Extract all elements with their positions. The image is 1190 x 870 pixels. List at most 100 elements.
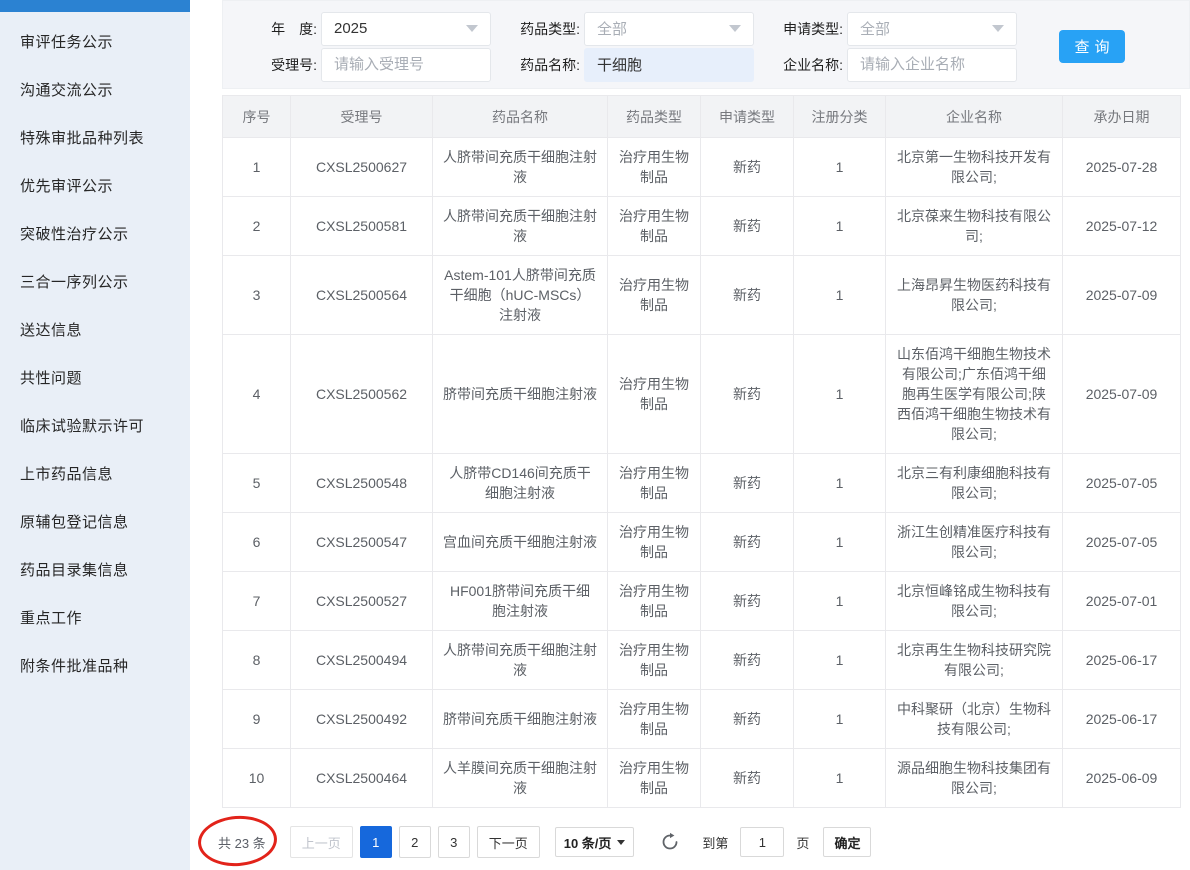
cell-seq: 3 xyxy=(223,256,291,335)
table-row: 6 CXSL2500547 宫血间充质干细胞注射液 治疗用生物制品 新药 1 浙… xyxy=(223,513,1181,572)
results-table: 序号 受理号 药品名称 药品类型 申请类型 注册分类 企业名称 承办日期 1 C… xyxy=(222,95,1181,808)
sidebar-item-label: 送达信息 xyxy=(20,319,82,340)
cell-seq: 1 xyxy=(223,138,291,197)
cell-acceptance-no: CXSL2500494 xyxy=(291,631,433,690)
drug-type-select[interactable]: 全部 xyxy=(584,12,754,46)
cell-apply-type: 新药 xyxy=(701,335,794,454)
refresh-icon[interactable] xyxy=(660,832,680,852)
sidebar-item[interactable]: 药品目录集信息 xyxy=(0,545,190,593)
cell-seq: 9 xyxy=(223,690,291,749)
cell-apply-type: 新药 xyxy=(701,256,794,335)
page-number-button[interactable]: 3 xyxy=(438,826,470,858)
table-row: 7 CXSL2500527 HF001脐带间充质干细胞注射液 治疗用生物制品 新… xyxy=(223,572,1181,631)
sidebar-item[interactable]: 重点工作 xyxy=(0,593,190,641)
cell-date: 2025-06-17 xyxy=(1063,631,1181,690)
cell-date: 2025-06-09 xyxy=(1063,749,1181,808)
cell-drug-type: 治疗用生物制品 xyxy=(608,513,701,572)
company-input[interactable] xyxy=(847,48,1017,82)
table-row: 1 CXSL2500627 人脐带间充质干细胞注射液 治疗用生物制品 新药 1 … xyxy=(223,138,1181,197)
sidebar-menu: 审评任务公示 沟通交流公示 特殊审批品种列表 优先审评公示 突破性治疗公示 xyxy=(0,12,190,689)
sidebar-item-label: 突破性治疗公示 xyxy=(20,223,129,244)
drug-name-input[interactable] xyxy=(584,48,754,82)
cell-acceptance-no: CXSL2500527 xyxy=(291,572,433,631)
cell-drug-type: 治疗用生物制品 xyxy=(608,631,701,690)
table-row: 2 CXSL2500581 人脐带间充质干细胞注射液 治疗用生物制品 新药 1 … xyxy=(223,197,1181,256)
sidebar-item-label: 药品目录集信息 xyxy=(20,559,129,580)
table-row: 9 CXSL2500492 脐带间充质干细胞注射液 治疗用生物制品 新药 1 中… xyxy=(223,690,1181,749)
pagination: 共 23 条 上一页 1 2 3 下一页 10 条/页 到第 页 确定 xyxy=(218,824,1182,860)
cell-apply-type: 新药 xyxy=(701,690,794,749)
cell-reg-class: 1 xyxy=(794,572,886,631)
cell-acceptance-no: CXSL2500548 xyxy=(291,454,433,513)
cell-drug-name: 脐带间充质干细胞注射液 xyxy=(433,335,608,454)
cell-apply-type: 新药 xyxy=(701,572,794,631)
filter-row-1: 年 度: 2025 药品类型: 全部 申请类型: 全部 xyxy=(255,11,1189,46)
chevron-down-icon xyxy=(992,25,1004,32)
cell-drug-name: 人羊膜间充质干细胞注射液 xyxy=(433,749,608,808)
cell-company: 北京再生生物科技研究院有限公司; xyxy=(886,631,1063,690)
cell-drug-name: Astem-101人脐带间充质干细胞（hUC-MSCs）注射液 xyxy=(433,256,608,335)
app-root: 审评任务公示 沟通交流公示 特殊审批品种列表 优先审评公示 突破性治疗公示 xyxy=(0,0,1190,870)
sidebar-item-label: 审评任务公示 xyxy=(20,31,113,52)
jump-page-input[interactable] xyxy=(740,827,784,857)
cell-company: 山东佰鸿干细胞生物技术有限公司;广东佰鸿干细胞再生医学有限公司;陕西佰鸿干细胞生… xyxy=(886,335,1063,454)
sidebar-item-label: 优先审评公示 xyxy=(20,175,113,196)
cell-drug-type: 治疗用生物制品 xyxy=(608,749,701,808)
cell-date: 2025-07-28 xyxy=(1063,138,1181,197)
sidebar-item[interactable]: 特殊审批品种列表 xyxy=(0,113,190,161)
cell-apply-type: 新药 xyxy=(701,513,794,572)
confirm-button[interactable]: 确定 xyxy=(823,827,871,857)
sidebar-item[interactable]: 附条件批准品种 xyxy=(0,641,190,689)
cell-acceptance-no: CXSL2500562 xyxy=(291,335,433,454)
drug-type-label: 药品类型: xyxy=(499,19,580,39)
sidebar-item[interactable]: 三合一序列公示 xyxy=(0,257,190,305)
cell-date: 2025-07-05 xyxy=(1063,513,1181,572)
sidebar-item[interactable]: 突破性治疗公示 xyxy=(0,209,190,257)
cell-company: 北京第一生物科技开发有限公司; xyxy=(886,138,1063,197)
sidebar-item-label: 沟通交流公示 xyxy=(20,79,113,100)
sidebar-item[interactable]: 原辅包登记信息 xyxy=(0,497,190,545)
cell-drug-name: 宫血间充质干细胞注射液 xyxy=(433,513,608,572)
cell-seq: 6 xyxy=(223,513,291,572)
cell-apply-type: 新药 xyxy=(701,454,794,513)
cell-acceptance-no: CXSL2500492 xyxy=(291,690,433,749)
sidebar-item[interactable]: 优先审评公示 xyxy=(0,161,190,209)
search-button[interactable]: 查询 xyxy=(1059,30,1125,63)
sidebar-item[interactable]: 共性问题 xyxy=(0,353,190,401)
sidebar-active-indicator[interactable] xyxy=(0,0,190,12)
table-row: 5 CXSL2500548 人脐带CD146间充质干细胞注射液 治疗用生物制品 … xyxy=(223,454,1181,513)
cell-seq: 10 xyxy=(223,749,291,808)
sidebar-item-label: 共性问题 xyxy=(20,367,82,388)
chevron-down-icon xyxy=(617,840,625,845)
sidebar-item[interactable]: 上市药品信息 xyxy=(0,449,190,497)
next-page-button[interactable]: 下一页 xyxy=(477,826,540,858)
cell-seq: 8 xyxy=(223,631,291,690)
page-number-button[interactable]: 1 xyxy=(360,826,392,858)
cell-drug-name: 人脐带间充质干细胞注射液 xyxy=(433,138,608,197)
cell-company: 北京葆来生物科技有限公司; xyxy=(886,197,1063,256)
year-select[interactable]: 2025 xyxy=(321,12,491,46)
sidebar-item[interactable]: 沟通交流公示 xyxy=(0,65,190,113)
cell-acceptance-no: CXSL2500581 xyxy=(291,197,433,256)
cell-drug-name: HF001脐带间充质干细胞注射液 xyxy=(433,572,608,631)
table-header-row: 序号 受理号 药品名称 药品类型 申请类型 注册分类 企业名称 承办日期 xyxy=(223,96,1181,138)
acceptance-no-input[interactable] xyxy=(321,48,491,82)
cell-drug-type: 治疗用生物制品 xyxy=(608,197,701,256)
cell-seq: 7 xyxy=(223,572,291,631)
filter-panel: 年 度: 2025 药品类型: 全部 申请类型: 全部 受理号: 药品名称: 企… xyxy=(222,0,1190,89)
cell-reg-class: 1 xyxy=(794,256,886,335)
page-size-select[interactable]: 10 条/页 xyxy=(555,827,635,857)
company-label: 企业名称: xyxy=(767,55,843,75)
page-number-button[interactable]: 2 xyxy=(399,826,431,858)
chevron-down-icon xyxy=(729,25,741,32)
sidebar-item-label: 三合一序列公示 xyxy=(20,271,129,292)
sidebar-item[interactable]: 临床试验默示许可 xyxy=(0,401,190,449)
table-header: 序号 受理号 药品名称 药品类型 申请类型 注册分类 企业名称 承办日期 xyxy=(223,96,1181,138)
apply-type-label: 申请类型: xyxy=(767,19,843,39)
sidebar-item[interactable]: 送达信息 xyxy=(0,305,190,353)
prev-page-button[interactable]: 上一页 xyxy=(290,826,353,858)
sidebar-item[interactable]: 审评任务公示 xyxy=(0,17,190,65)
table-row: 4 CXSL2500562 脐带间充质干细胞注射液 治疗用生物制品 新药 1 山… xyxy=(223,335,1181,454)
cell-date: 2025-06-17 xyxy=(1063,690,1181,749)
apply-type-select[interactable]: 全部 xyxy=(847,12,1017,46)
